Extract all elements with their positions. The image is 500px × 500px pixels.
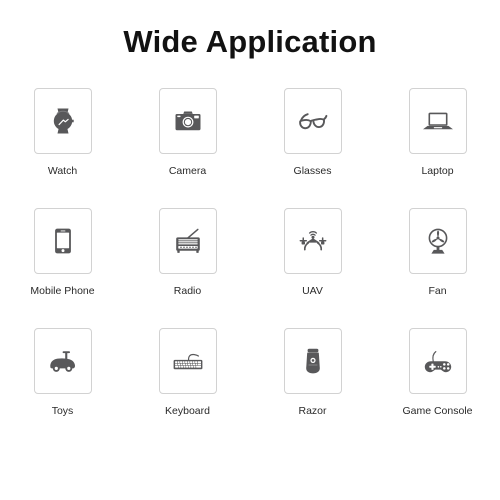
gamepad-icon bbox=[418, 341, 458, 381]
icon-card[interactable] bbox=[158, 328, 217, 394]
item-label: Keyboard bbox=[165, 405, 210, 417]
icon-card[interactable] bbox=[408, 88, 467, 154]
icon-card[interactable] bbox=[33, 88, 92, 154]
item-label: UAV bbox=[302, 285, 323, 297]
grid-item-game-console[interactable]: Game Console bbox=[375, 328, 500, 448]
camera-icon bbox=[168, 101, 208, 141]
fan-icon bbox=[418, 221, 458, 261]
grid-item-fan[interactable]: Fan bbox=[375, 208, 500, 328]
icon-card[interactable] bbox=[33, 208, 92, 274]
uav-drone-icon bbox=[293, 221, 333, 261]
glasses-icon bbox=[293, 101, 333, 141]
wide-application-page: Wide Application Watch Camera Glasses La… bbox=[0, 0, 500, 500]
keyboard-icon bbox=[168, 341, 208, 381]
item-label: Razor bbox=[298, 405, 327, 417]
watch-icon bbox=[43, 101, 83, 141]
grid-item-uav[interactable]: UAV bbox=[250, 208, 375, 328]
grid-item-laptop[interactable]: Laptop bbox=[375, 88, 500, 208]
item-label: Laptop bbox=[421, 165, 454, 177]
icon-card[interactable] bbox=[408, 328, 467, 394]
radio-icon bbox=[168, 221, 208, 261]
icon-card[interactable] bbox=[158, 208, 217, 274]
icon-card[interactable] bbox=[283, 328, 342, 394]
grid-item-camera[interactable]: Camera bbox=[125, 88, 250, 208]
item-label: Game Console bbox=[402, 405, 473, 417]
razor-icon bbox=[293, 341, 333, 381]
item-label: Watch bbox=[47, 165, 78, 177]
grid-item-watch[interactable]: Watch bbox=[0, 88, 125, 208]
item-label: Camera bbox=[168, 165, 207, 177]
item-label: Glasses bbox=[293, 165, 332, 177]
grid-item-keyboard[interactable]: Keyboard bbox=[125, 328, 250, 448]
item-label: Mobile Phone bbox=[30, 285, 95, 297]
item-label: Radio bbox=[173, 285, 202, 297]
icon-card[interactable] bbox=[158, 88, 217, 154]
mobile-phone-icon bbox=[43, 221, 83, 261]
item-label: Toys bbox=[51, 405, 74, 417]
grid-item-toys[interactable]: Toys bbox=[0, 328, 125, 448]
icon-card[interactable] bbox=[33, 328, 92, 394]
application-grid: Watch Camera Glasses Laptop Mobile Phone… bbox=[0, 88, 500, 448]
icon-card[interactable] bbox=[408, 208, 467, 274]
grid-item-glasses[interactable]: Glasses bbox=[250, 88, 375, 208]
grid-item-mobile-phone[interactable]: Mobile Phone bbox=[0, 208, 125, 328]
item-label: Fan bbox=[428, 285, 447, 297]
icon-card[interactable] bbox=[283, 208, 342, 274]
grid-item-radio[interactable]: Radio bbox=[125, 208, 250, 328]
page-title: Wide Application bbox=[123, 24, 377, 59]
grid-item-razor[interactable]: Razor bbox=[250, 328, 375, 448]
laptop-icon bbox=[418, 101, 458, 141]
toy-car-icon bbox=[43, 341, 83, 381]
icon-card[interactable] bbox=[283, 88, 342, 154]
